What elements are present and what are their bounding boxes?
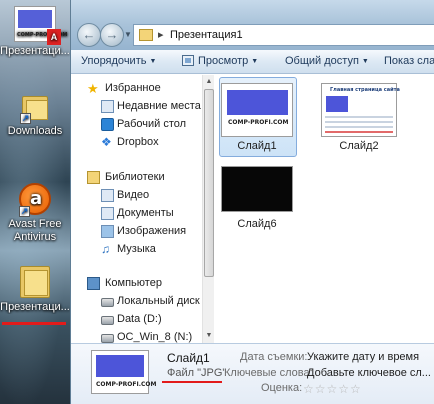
nav-label: OC_Win_8 (N:) <box>117 331 193 343</box>
nav-label: Рабочий стол <box>117 118 187 130</box>
recent-places-icon <box>101 100 114 113</box>
desktop-icon <box>101 118 114 131</box>
star-icon: ★ <box>87 81 99 96</box>
computer-icon <box>87 277 100 290</box>
file-thumbnail: COMP-PROFI.COM <box>221 83 293 137</box>
desktop-icon-presentation-pdf[interactable]: COMP-PROFI.COM A Презентаци... <box>0 6 70 58</box>
nav-label: Избранное <box>105 82 161 94</box>
desktop-icon-label: Avast Free <box>8 218 62 230</box>
breadcrumb-separator-icon[interactable]: ▸ <box>158 28 164 41</box>
share-label: Общий доступ <box>285 55 359 67</box>
music-icon: ♫ <box>101 242 110 256</box>
preview-icon <box>182 55 194 66</box>
details-pane: COMP-PROFI.COM Слайд1 Файл "JPG" Дата съ… <box>71 343 434 404</box>
keywords-field[interactable]: Добавьте ключевое сл... <box>307 367 431 379</box>
drive-icon <box>101 334 114 343</box>
history-dropdown-icon[interactable]: ▼ <box>124 30 132 39</box>
navigation-pane: ★ Избранное Недавние места Рабочий стол … <box>71 75 214 343</box>
video-icon <box>101 189 114 202</box>
folder-shortcut-icon: ↗ <box>20 92 50 124</box>
presentation-pdf-icon: COMP-PROFI.COM A <box>14 6 67 45</box>
desktop-icon-presentation-folder[interactable]: Презентаци... <box>0 262 70 314</box>
drive-icon <box>101 316 114 325</box>
images-icon <box>101 225 114 238</box>
highlight-underline <box>2 322 66 325</box>
nav-label: Библиотеки <box>105 171 165 183</box>
arrow-right-icon: → <box>105 27 119 42</box>
drive-icon <box>101 298 114 307</box>
nav-label: Музыка <box>117 243 156 255</box>
details-thumbnail: COMP-PROFI.COM <box>91 350 156 394</box>
nav-label: Недавние места <box>117 100 201 112</box>
thumbnail-caption: COMP-PROFI.COM <box>96 381 157 388</box>
nav-label: Dropbox <box>117 136 159 148</box>
breadcrumb-current[interactable]: Презентация1 <box>170 29 243 41</box>
back-button[interactable]: ← <box>77 23 101 47</box>
file-name: Слайд6 <box>237 218 277 230</box>
forward-button[interactable]: → <box>100 23 124 47</box>
rating-label: Оценка: <box>261 382 303 394</box>
nav-label: Изображения <box>117 225 187 237</box>
organize-label: Упорядочить <box>81 55 147 67</box>
desktop-icon-label: Презентаци... <box>0 301 70 313</box>
organize-button[interactable]: Упорядочить ▼ <box>81 55 156 67</box>
nav-label: Компьютер <box>105 277 162 289</box>
file-list: COMP-PROFI.COM Слайд1 Главная страница с… <box>215 75 434 343</box>
explorer-window: ← → ▼ ▸ Презентация1 Упорядочить ▼ Просмо… <box>70 0 434 404</box>
file-item-slide6[interactable]: Слайд6 <box>215 161 299 230</box>
folder-icon <box>18 262 52 298</box>
desktop-icon-avast[interactable]: ↗ Avast Free Antivirus <box>0 183 70 244</box>
highlight-underline <box>162 381 222 383</box>
avast-icon: ↗ <box>19 183 51 217</box>
command-bar: Упорядочить ▼ Просмотр ▼ Общий доступ ▼ Пок… <box>71 50 434 74</box>
nav-label: Документы <box>117 207 174 219</box>
desktop-icon-label: Downloads <box>7 125 63 137</box>
desktop-icon-label: Презентаци... <box>0 45 70 57</box>
nav-label: Видео <box>117 189 150 201</box>
arrow-left-icon: ← <box>82 27 96 42</box>
file-name: Слайд2 <box>339 140 379 152</box>
nav-label: Локальный диск (C <box>117 295 214 307</box>
scroll-up-icon[interactable]: ▲ <box>204 76 214 88</box>
file-thumbnail <box>221 166 293 212</box>
address-bar[interactable]: ▸ Презентация1 <box>133 24 434 46</box>
navigation-scrollbar[interactable]: ▲ ▼ <box>202 75 214 343</box>
details-file-name: Слайд1 <box>167 351 210 365</box>
thumbnail-caption: COMP-PROFI.COM <box>228 119 289 126</box>
date-taken-label: Дата съемки: <box>240 351 308 363</box>
keywords-label: Ключевые слова: <box>224 367 313 379</box>
nav-label: Data (D:) <box>117 313 162 325</box>
details-file-type: Файл "JPG" <box>167 367 227 379</box>
desktop-icon-downloads[interactable]: ↗ Downloads <box>0 92 70 138</box>
file-item-slide1[interactable]: COMP-PROFI.COM Слайд1 <box>215 75 299 157</box>
rating-stars[interactable]: ☆☆☆☆☆ <box>303 382 362 396</box>
dropbox-icon: ❖ <box>101 135 112 149</box>
slideshow-button[interactable]: Показ слайд <box>384 55 434 67</box>
file-thumbnail: Главная страница сайта <box>321 83 400 137</box>
desktop-icon-label-line2: Antivirus <box>13 231 57 243</box>
slideshow-label: Показ слайд <box>384 55 434 67</box>
scrollbar-thumb[interactable] <box>204 89 214 277</box>
title-bar: ← → ▼ ▸ Презентация1 <box>71 0 434 50</box>
preview-label: Просмотр <box>198 55 249 67</box>
date-taken-field[interactable]: Укажите дату и время <box>307 351 419 363</box>
file-item-slide2[interactable]: Главная страница сайта Слайд2 <box>317 75 401 152</box>
documents-icon <box>101 207 114 220</box>
preview-button[interactable]: Просмотр ▼ <box>182 55 258 67</box>
libraries-icon <box>87 171 100 184</box>
share-button[interactable]: Общий доступ ▼ <box>285 55 369 67</box>
scroll-down-icon[interactable]: ▼ <box>204 330 214 342</box>
file-name: Слайд1 <box>237 140 277 152</box>
folder-icon <box>139 29 153 41</box>
thumbnail-caption: Главная страница сайта <box>330 87 400 93</box>
